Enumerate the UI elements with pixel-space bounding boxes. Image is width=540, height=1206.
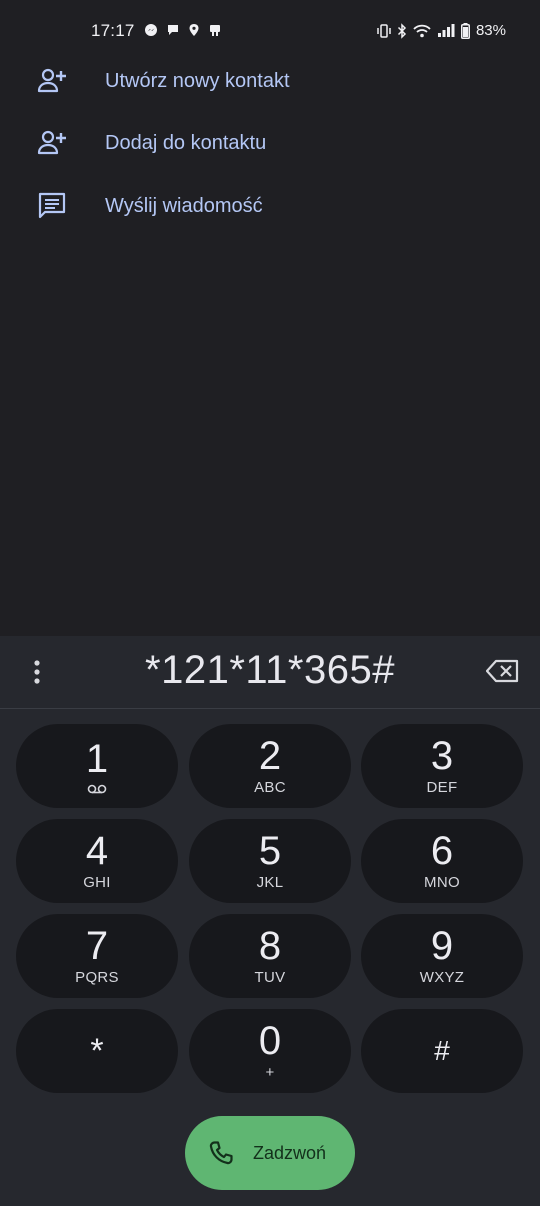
- number-display-row: *121*11*365#: [0, 636, 540, 709]
- key-digit: 5: [258, 829, 282, 873]
- key-digit: 2: [258, 734, 282, 778]
- wifi-icon: [413, 24, 431, 37]
- add-to-contact-action[interactable]: Dodaj do kontaktu: [0, 114, 540, 172]
- messenger-icon: [145, 24, 157, 36]
- bluetooth-icon: [397, 22, 407, 39]
- system-icons: 83%: [377, 22, 506, 39]
- key-letters: TUV: [254, 969, 286, 986]
- person-add-icon: [37, 68, 66, 93]
- call-button[interactable]: Zadzwoń: [185, 1116, 355, 1190]
- more-options-icon[interactable]: [24, 658, 50, 686]
- message-icon: [38, 192, 66, 219]
- create-contact-action[interactable]: Utwórz nowy kontakt: [0, 52, 540, 110]
- signal-icon: [437, 23, 455, 37]
- key-digit: 0: [258, 1019, 282, 1063]
- voicemail-icon: [87, 784, 107, 794]
- chat-bubble-icon: [168, 25, 178, 35]
- dial-key-8[interactable]: 8 TUV: [189, 914, 351, 998]
- dial-key-7[interactable]: 7 PQRS: [16, 914, 178, 998]
- notification-icon: [210, 25, 220, 36]
- dial-key-4[interactable]: 4 GHI: [16, 819, 178, 903]
- call-button-label: Zadzwoń: [253, 1142, 327, 1163]
- location-icon: [189, 24, 199, 36]
- status-time: 17:17: [91, 21, 135, 40]
- key-letters: PQRS: [75, 969, 119, 986]
- backspace-icon[interactable]: [486, 658, 520, 684]
- phone-icon: [209, 1141, 233, 1165]
- send-message-action[interactable]: Wyślij wiadomość: [0, 177, 540, 235]
- key-digit: 6: [430, 829, 454, 873]
- key-digit: 3: [430, 734, 454, 778]
- vibrate-icon: [377, 23, 391, 38]
- notification-icons: [144, 23, 222, 37]
- key-letters: WXYZ: [419, 969, 465, 986]
- action-label: Wyślij wiadomość: [105, 194, 263, 217]
- action-label: Utwórz nowy kontakt: [105, 69, 290, 92]
- person-add-icon: [37, 130, 66, 155]
- key-letters: DEF: [426, 779, 458, 796]
- key-digit: 7: [85, 924, 109, 968]
- key-letters: ABC: [254, 779, 286, 796]
- battery-percentage: 83%: [475, 22, 506, 39]
- dial-key-3[interactable]: 3 DEF: [361, 724, 523, 808]
- key-digit: 9: [430, 924, 454, 968]
- key-letters: +: [265, 1064, 275, 1081]
- dial-key-9[interactable]: 9 WXYZ: [361, 914, 523, 998]
- key-letters: JKL: [256, 874, 284, 891]
- dial-key-2[interactable]: 2 ABC: [189, 724, 351, 808]
- dial-key-1[interactable]: 1: [16, 724, 178, 808]
- dial-key-hash[interactable]: #: [361, 1009, 523, 1093]
- key-digit: #: [434, 1035, 450, 1066]
- key-letters: GHI: [83, 874, 111, 891]
- dial-key-0[interactable]: 0 +: [189, 1009, 351, 1093]
- key-digit: 4: [85, 829, 109, 873]
- action-label: Dodaj do kontaktu: [105, 131, 267, 154]
- dial-key-star[interactable]: *: [16, 1009, 178, 1093]
- dial-key-6[interactable]: 6 MNO: [361, 819, 523, 903]
- key-letters: MNO: [424, 874, 460, 891]
- key-digit: 8: [258, 924, 282, 968]
- dialpad-panel: *121*11*365# 1 2 ABC 3 DEF 4 GHI 5 JKL 6…: [0, 636, 540, 1206]
- key-digit: 1: [85, 737, 109, 781]
- dial-key-5[interactable]: 5 JKL: [189, 819, 351, 903]
- key-digit: *: [90, 1032, 104, 1070]
- battery-icon: [460, 22, 470, 39]
- dialed-number[interactable]: *121*11*365#: [60, 648, 480, 693]
